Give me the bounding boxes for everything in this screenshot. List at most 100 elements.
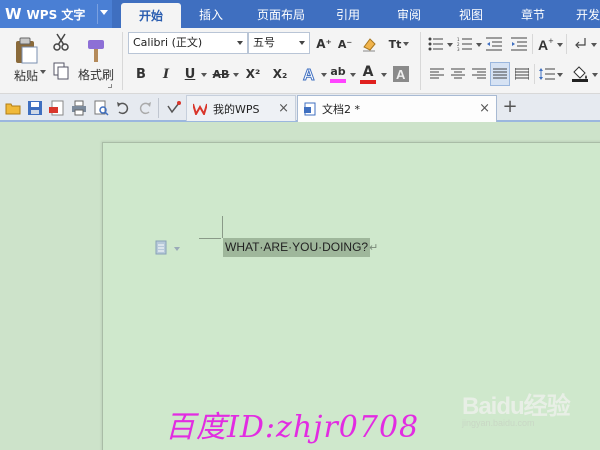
print-preview-icon[interactable] (93, 100, 109, 116)
align-center-icon (451, 68, 465, 79)
underline-dropdown-icon[interactable] (201, 73, 207, 77)
shading-dropdown-icon[interactable] (592, 73, 598, 77)
open-folder-icon[interactable] (5, 100, 21, 116)
subscript-button[interactable]: X₂ (270, 64, 290, 84)
doc-tab-label: 文档2 * (322, 103, 360, 116)
paste-button[interactable]: 粘贴 (8, 31, 44, 89)
line-spacing-dropdown-icon[interactable] (557, 73, 563, 77)
font-color-dropdown-icon[interactable] (381, 73, 387, 77)
decrease-indent-button[interactable] (485, 34, 503, 54)
font-name-select[interactable]: Calibri (正文) (128, 32, 248, 54)
text-effect-dropdown-icon[interactable] (321, 73, 327, 77)
character-shading-button[interactable]: A (391, 63, 411, 85)
tab-developer[interactable]: 开发 (568, 0, 600, 28)
change-case-button[interactable]: A + (536, 34, 556, 54)
tab-references[interactable]: 引用 (325, 0, 371, 28)
underline-button[interactable]: U (182, 64, 198, 84)
document-canvas[interactable]: WHAT·ARE·YOU·DOING? ↵ Baidu经验 jingyan.ba… (0, 122, 600, 450)
clipboard-group-launcher-icon[interactable] (108, 84, 112, 88)
strikethrough-dropdown-icon[interactable] (233, 73, 239, 77)
font-color-button[interactable]: A (358, 62, 378, 86)
chevron-down-icon (299, 41, 305, 45)
line-spacing-button[interactable] (538, 64, 556, 84)
margin-corner-mark (199, 238, 221, 239)
align-left-button[interactable] (428, 64, 446, 84)
shading-button[interactable] (570, 64, 590, 84)
save-icon[interactable] (27, 100, 43, 116)
paintbrush-icon (88, 39, 104, 62)
italic-button[interactable]: I (157, 64, 175, 84)
redo-icon[interactable] (137, 100, 153, 116)
paste-dropdown-icon[interactable] (40, 70, 46, 74)
increase-indent-button[interactable] (510, 34, 528, 54)
numbering-dropdown-icon[interactable] (476, 43, 482, 47)
tab-view[interactable]: 视图 (448, 0, 494, 28)
outdent-icon (486, 37, 502, 51)
highlight-button[interactable]: ab (328, 62, 348, 86)
justify-button[interactable] (490, 62, 510, 86)
ribbon: 粘贴 格式刷 Calibri (正文) 五号 A⁺ A⁻ Tt B I U AB… (0, 28, 600, 94)
svg-text:A: A (538, 37, 548, 52)
highlight-color-swatch (330, 79, 346, 83)
copy-button[interactable] (52, 61, 70, 81)
bold-button[interactable]: B (132, 64, 150, 84)
clear-format-button[interactable] (359, 34, 379, 54)
margin-corner-mark (222, 216, 223, 238)
divider (534, 64, 535, 84)
close-icon[interactable]: × (479, 101, 490, 116)
doc-tab-document2[interactable]: 文档2 * × (297, 95, 497, 122)
clipboard-icon (16, 37, 38, 63)
svg-text:+: + (548, 37, 554, 45)
distributed-align-button[interactable] (513, 64, 531, 84)
align-center-button[interactable] (449, 64, 467, 84)
print-icon[interactable] (71, 100, 87, 116)
format-painter-button[interactable]: 格式刷 (78, 31, 114, 89)
font-color-swatch (360, 80, 376, 84)
text-effect-icon: A (303, 67, 316, 84)
distribute-icon (515, 68, 529, 80)
export-pdf-icon[interactable] (49, 100, 65, 116)
change-case-dropdown-icon[interactable] (557, 43, 563, 47)
tab-home[interactable]: 开始 (121, 3, 181, 28)
copy-icon (53, 62, 69, 80)
font-size-select[interactable]: 五号 (248, 32, 310, 54)
align-left-icon (430, 68, 444, 79)
paragraph-layout-dropdown-icon[interactable] (174, 247, 180, 251)
svg-text:A: A (396, 67, 406, 82)
app-title: WPS 文字 (26, 7, 86, 22)
line-break-button[interactable] (572, 34, 590, 54)
bullets-button[interactable] (426, 34, 446, 54)
cut-button[interactable] (52, 32, 70, 52)
chevron-down-icon (403, 42, 410, 46)
text-effect-button[interactable]: A (300, 63, 320, 85)
character-shading-icon: A (393, 66, 409, 82)
wps-home-icon (193, 103, 207, 115)
svg-text:3: 3 (457, 47, 460, 51)
superscript-button[interactable]: X² (243, 64, 263, 84)
tab-review[interactable]: 审阅 (386, 0, 432, 28)
numbering-button[interactable]: 1 2 3 (455, 34, 475, 54)
new-tab-button[interactable]: + (500, 96, 520, 118)
bullets-dropdown-icon[interactable] (447, 43, 453, 47)
close-icon[interactable]: × (278, 101, 289, 116)
selected-text[interactable]: WHAT·ARE·YOU·DOING? (223, 238, 371, 257)
doc-tab-my-wps[interactable]: 我的WPS × (186, 95, 296, 121)
customize-toolbar-icon[interactable] (166, 100, 182, 116)
tab-insert[interactable]: 插入 (188, 0, 234, 28)
align-right-button[interactable] (470, 64, 488, 84)
grow-font-button[interactable]: A⁺ (314, 34, 334, 54)
strikethrough-button[interactable]: AB (210, 64, 232, 84)
numbered-list-icon: 1 2 3 (457, 37, 472, 51)
tab-chapter[interactable]: 章节 (510, 0, 556, 28)
shrink-font-button[interactable]: A⁻ (335, 34, 355, 54)
paragraph-layout-icon[interactable] (155, 240, 169, 256)
highlight-dropdown-icon[interactable] (350, 73, 356, 77)
justify-icon (493, 68, 507, 79)
line-break-dropdown-icon[interactable] (591, 43, 597, 47)
pinyin-guide-button[interactable]: Tt (384, 34, 414, 54)
app-menu-button[interactable]: W WPS 文字 (0, 0, 112, 28)
pinyin-label: Tt (388, 37, 402, 51)
tab-page-layout[interactable]: 页面布局 (250, 0, 312, 28)
undo-icon[interactable] (115, 100, 131, 116)
doc-tab-label: 我的WPS (213, 102, 260, 116)
